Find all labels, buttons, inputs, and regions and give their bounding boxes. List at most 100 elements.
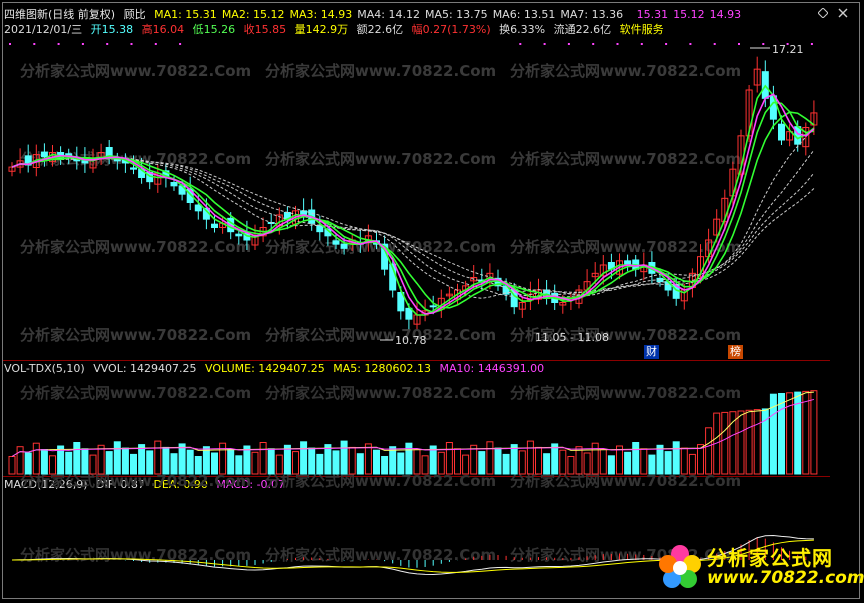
volume-bar xyxy=(251,451,259,475)
volume-bar xyxy=(413,449,421,475)
dot-marker xyxy=(9,43,11,45)
volume-bar xyxy=(381,456,389,475)
logo-url[interactable]: www.70822.com xyxy=(707,568,864,588)
rank-tag[interactable]: 榜 xyxy=(728,345,743,359)
volume-bar xyxy=(454,448,461,475)
volume-bar xyxy=(340,440,348,475)
watermark-text: 分析家公式网www.70822.Com xyxy=(20,62,251,80)
volume-bar xyxy=(526,440,534,475)
candle-body xyxy=(235,233,243,237)
site-logo: 分析家公式网 www.70822.com xyxy=(655,540,864,595)
volume-bar xyxy=(202,446,210,475)
candle-body xyxy=(40,151,48,158)
volume-bar xyxy=(445,442,453,475)
volume-bar xyxy=(559,449,567,475)
volume-bar xyxy=(705,427,713,475)
volume-bar xyxy=(405,442,413,475)
dot-marker xyxy=(33,43,36,45)
watermark-text: 分析家公式网www.70822.Com xyxy=(265,472,496,490)
volume-bar xyxy=(356,453,364,475)
watermark-text: 分析家公式网www.70822.Com xyxy=(510,150,741,168)
candle-body xyxy=(429,305,437,308)
volume-bar xyxy=(211,452,218,475)
volume-bar xyxy=(73,442,81,475)
volume-bar xyxy=(543,453,551,475)
candle-body xyxy=(340,243,348,249)
volume-bar xyxy=(607,455,615,475)
watermark-text: 分析家公式网www.70822.Com xyxy=(20,546,251,564)
volume-bar xyxy=(583,452,591,475)
volume-bar xyxy=(24,452,32,475)
fast-ma-line xyxy=(11,111,815,309)
volume-bar xyxy=(478,451,486,475)
low-annotation: 10.78 xyxy=(395,334,427,347)
volume-bar xyxy=(219,442,227,475)
volume-bar xyxy=(753,409,761,475)
watermark-text: 分析家公式网www.70822.Com xyxy=(510,384,741,402)
flower-logo-icon xyxy=(659,545,701,588)
volume-bar xyxy=(40,449,48,475)
volume-bar xyxy=(170,453,178,475)
dot-marker xyxy=(616,43,619,45)
dot-marker xyxy=(154,43,157,45)
watermark-text: 分析家公式网www.70822.Com xyxy=(510,62,741,80)
candle-body xyxy=(170,182,178,187)
dot-marker xyxy=(57,43,60,45)
volume-bar xyxy=(535,446,542,475)
volume-bar xyxy=(194,456,202,475)
watermark-text: 分析家公式网www.70822.Com xyxy=(265,150,496,168)
dot-marker xyxy=(640,43,643,45)
volume-bar xyxy=(130,453,137,475)
volume-bar xyxy=(316,453,324,475)
volume-bar xyxy=(332,450,340,475)
watermark-text: 分析家公式网www.70822.Com xyxy=(20,472,251,490)
volume-bar xyxy=(599,449,607,475)
volume-bar xyxy=(8,456,16,475)
volume-bar xyxy=(437,451,445,475)
volume-bar xyxy=(510,444,518,475)
dot-marker xyxy=(179,43,182,45)
volume-bar xyxy=(802,390,810,475)
volume-bar xyxy=(162,446,170,475)
volume-bar xyxy=(32,442,40,475)
watermark-text: 分析家公式网www.70822.Com xyxy=(265,62,496,80)
volume-bar xyxy=(672,441,680,475)
volume-bar xyxy=(121,447,129,475)
candle-body xyxy=(211,223,218,229)
volume-bar xyxy=(81,448,89,475)
volume-bar xyxy=(389,446,397,475)
dot-marker xyxy=(519,43,522,45)
stock-chart[interactable]: 分析家公式网www.70822.Com 分析家公式网www.70822.Com 分析… xyxy=(0,0,864,603)
volume-bar xyxy=(259,442,267,475)
watermark-text: 分析家公式网www.70822.Com xyxy=(20,326,251,344)
dot-marker xyxy=(130,43,133,45)
volume-bar xyxy=(292,451,299,475)
volume-bar xyxy=(186,449,194,475)
volume-bar xyxy=(778,393,785,475)
volume-bar xyxy=(737,410,745,475)
candle-body xyxy=(316,225,324,233)
volume-bar xyxy=(65,451,73,475)
dot-marker xyxy=(106,43,109,45)
volume-bar xyxy=(348,446,356,475)
candle-body xyxy=(332,240,340,245)
volume-bar xyxy=(486,441,494,475)
volume-bar xyxy=(518,450,526,475)
candle-body xyxy=(194,204,202,212)
watermark-text: 分析家公式网www.70822.Com xyxy=(510,238,741,256)
dot-marker xyxy=(713,43,716,45)
volume-bar xyxy=(502,453,510,475)
candle-body xyxy=(778,123,785,141)
volume-bar xyxy=(648,454,656,475)
dot-marker xyxy=(738,43,740,45)
volume-bar xyxy=(680,447,688,475)
watermark-text: 分析家公式网www.70822.Com xyxy=(265,326,496,344)
long-ma-line xyxy=(11,149,815,298)
volume-bar xyxy=(235,455,243,475)
dot-marker xyxy=(567,43,570,45)
volume-bar xyxy=(721,411,729,475)
volume-bar xyxy=(300,441,308,475)
volume-bar xyxy=(664,451,672,475)
volume-bar xyxy=(267,448,275,475)
finance-tag[interactable]: 财 xyxy=(644,345,659,359)
